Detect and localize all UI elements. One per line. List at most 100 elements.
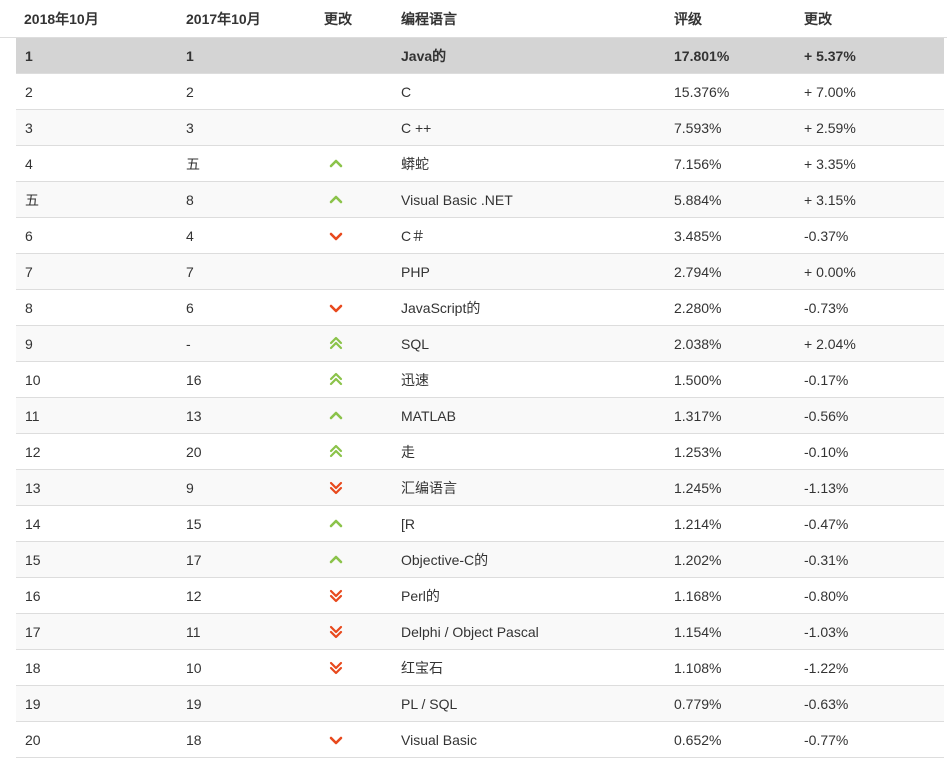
language-name: MATLAB [401, 407, 456, 424]
rank-2018: 10 [25, 371, 41, 388]
header-language[interactable]: 编程语言 [401, 9, 674, 29]
rank-2017: 7 [186, 263, 194, 280]
table-row: 6 4 C＃ 3.485% -0.37% [16, 218, 944, 254]
chevron-up-icon [328, 156, 344, 172]
language-name: 走 [401, 443, 415, 460]
rank-2017: 五 [186, 155, 200, 172]
trend-cell [324, 156, 401, 172]
rank-2017: 10 [186, 659, 202, 676]
rank-2018: 20 [25, 731, 41, 748]
chevron-down-icon [328, 228, 344, 244]
rating-value: 17.801% [674, 47, 730, 64]
trend-cell [324, 480, 401, 496]
double-chevron-down-icon [328, 660, 344, 676]
rating-change-value: -0.10% [804, 443, 849, 460]
rating-value: 1.214% [674, 515, 722, 532]
rank-2017: 17 [186, 551, 202, 568]
table-row: 20 18 Visual Basic 0.652% -0.77% [16, 722, 944, 758]
table-row: 19 19 PL / SQL 0.779% -0.63% [16, 686, 944, 722]
trend-cell [324, 228, 401, 244]
rating-change-value: -0.37% [804, 227, 849, 244]
rank-2017: 19 [186, 695, 202, 712]
double-chevron-down-icon [328, 588, 344, 604]
language-name: Objective-C的 [401, 551, 489, 568]
trend-cell [324, 660, 401, 676]
chevron-down-icon [328, 732, 344, 748]
rank-2018: 6 [25, 227, 33, 244]
table-row: 9 - SQL 2.038% + 2.04% [16, 326, 944, 362]
rank-2018: 2 [25, 83, 33, 100]
rank-2017: 8 [186, 191, 194, 208]
rank-2018: 11 [25, 407, 40, 424]
rank-2018: 7 [25, 263, 33, 280]
trend-cell [324, 372, 401, 388]
table-row: 14 15 [R 1.214% -0.47% [16, 506, 944, 542]
double-chevron-up-icon [328, 372, 344, 388]
language-name: Perl的 [401, 587, 440, 604]
language-name: Visual Basic .NET [401, 191, 513, 208]
table-row: 4 五 蟒蛇 7.156% + 3.35% [16, 146, 944, 182]
rating-value: 7.156% [674, 155, 722, 172]
table-row: 五 8 Visual Basic .NET 5.884% + 3.15% [16, 182, 944, 218]
rating-change-value: + 3.35% [804, 155, 856, 172]
trend-cell [324, 408, 401, 424]
rating-change-value: + 2.59% [804, 119, 856, 136]
header-rating-change[interactable]: 更改 [804, 9, 924, 29]
table-row: 16 12 Perl的 1.168% -0.80% [16, 578, 944, 614]
rank-2017: 13 [186, 407, 202, 424]
language-name: 汇编语言 [401, 479, 457, 496]
rating-value: 7.593% [674, 119, 722, 136]
rating-change-value: -0.47% [804, 515, 849, 532]
header-oct2018[interactable]: 2018年10月 [0, 9, 162, 29]
trend-cell [324, 588, 401, 604]
double-chevron-down-icon [328, 624, 344, 640]
rating-change-value: -0.73% [804, 299, 849, 316]
chevron-up-icon [328, 516, 344, 532]
header-oct2017[interactable]: 2017年10月 [162, 9, 324, 29]
rank-2017: - [186, 335, 191, 352]
rating-change-value: + 5.37% [804, 47, 856, 64]
table-row: 18 10 红宝石 1.108% -1.22% [16, 650, 944, 686]
header-change[interactable]: 更改 [324, 9, 401, 29]
language-name: 迅速 [401, 371, 429, 388]
rating-value: 1.202% [674, 551, 722, 568]
rating-value: 0.779% [674, 695, 722, 712]
trend-cell [324, 552, 401, 568]
rating-change-value: + 3.15% [804, 191, 856, 208]
rank-2018: 12 [25, 443, 41, 460]
trend-cell [324, 516, 401, 532]
rank-2018: 1 [25, 47, 33, 64]
rating-change-value: + 7.00% [804, 83, 856, 100]
table-row: 10 16 迅速 1.500% -0.17% [16, 362, 944, 398]
table-row: 7 7 PHP 2.794% + 0.00% [16, 254, 944, 290]
rating-value: 1.108% [674, 659, 722, 676]
rating-change-value: -0.77% [804, 731, 849, 748]
rating-value: 2.794% [674, 263, 722, 280]
rank-2017: 1 [186, 47, 194, 64]
table-header: 2018年10月 2017年10月 更改 编程语言 评级 更改 [0, 0, 947, 38]
table-body: 1 1 Java的 17.801% + 5.37% 2 2 C 15.376% + 7.00% 3 3… [0, 38, 947, 758]
rank-2017: 15 [186, 515, 202, 532]
trend-cell [324, 444, 401, 460]
language-name: Delphi / Object Pascal [401, 623, 539, 640]
rank-2017: 16 [186, 371, 202, 388]
chevron-up-icon [328, 552, 344, 568]
header-rating[interactable]: 评级 [674, 9, 804, 29]
rank-2018: 4 [25, 155, 33, 172]
double-chevron-up-icon [328, 336, 344, 352]
rating-change-value: + 0.00% [804, 263, 856, 280]
trend-cell [324, 192, 401, 208]
language-name: C [401, 83, 412, 100]
rank-2017: 9 [186, 479, 194, 496]
language-name: C＃ [401, 227, 426, 244]
double-chevron-down-icon [328, 480, 344, 496]
chevron-up-icon [328, 408, 344, 424]
rank-2018: 3 [25, 119, 33, 136]
rank-2017: 4 [186, 227, 194, 244]
rank-2017: 12 [186, 587, 202, 604]
rating-change-value: -0.56% [804, 407, 849, 424]
rating-value: 15.376% [674, 83, 730, 100]
double-chevron-up-icon [328, 444, 344, 460]
rating-value: 3.485% [674, 227, 722, 244]
rank-2017: 20 [186, 443, 202, 460]
